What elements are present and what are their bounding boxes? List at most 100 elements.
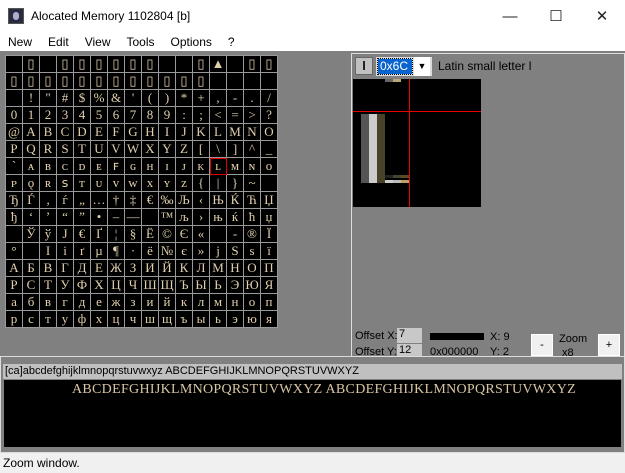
glyph-cell[interactable]: < (210, 107, 227, 124)
glyph-cell[interactable]: ' (125, 90, 142, 107)
glyph-cell[interactable]: * (176, 90, 193, 107)
glyph-cell[interactable]: K (193, 124, 210, 141)
glyph-cell[interactable]: І (40, 243, 57, 260)
glyph-cell[interactable]: € (142, 192, 159, 209)
glyph-cell[interactable]: Э (227, 277, 244, 294)
glyph-cell[interactable]: & (108, 90, 125, 107)
minimize-button[interactable]: — (487, 0, 533, 32)
glyph-cell[interactable]: ° (6, 243, 23, 260)
glyph-cell[interactable]: ќ (227, 209, 244, 226)
glyph-cell[interactable] (227, 56, 244, 73)
glyph-cell[interactable]: % (91, 90, 108, 107)
glyph-cell[interactable]: ▯ (23, 73, 40, 90)
glyph-cell[interactable]: • (91, 209, 108, 226)
glyph-cell[interactable]: п (261, 294, 278, 311)
glyph-cell[interactable]: ɪ (159, 158, 176, 175)
glyph-cell[interactable]: ћ (244, 209, 261, 226)
glyph-cell[interactable]: © (159, 226, 176, 243)
glyph-cell[interactable]: § (125, 226, 142, 243)
glyph-cell[interactable]: Ж (108, 260, 125, 277)
glyph-cell[interactable]: Ц (108, 277, 125, 294)
glyph-cell[interactable]: – (108, 209, 125, 226)
glyph-cell[interactable]: ё (142, 243, 159, 260)
glyph-cell[interactable]: А (6, 260, 23, 277)
glyph-cell[interactable]: W (125, 141, 142, 158)
glyph-cell[interactable]: ® (244, 226, 261, 243)
glyph-cell[interactable]: ▯ (57, 73, 74, 90)
glyph-cell[interactable] (6, 226, 23, 243)
glyph-cell[interactable]: Ё (142, 226, 159, 243)
glyph-cell[interactable]: ▯ (6, 73, 23, 90)
glyph-cell[interactable]: > (244, 107, 261, 124)
glyph-cell[interactable]: 8 (142, 107, 159, 124)
glyph-cell[interactable]: Ы (193, 277, 210, 294)
menu-edit[interactable]: Edit (40, 35, 77, 49)
glyph-cell[interactable]: ᴜ (91, 175, 108, 192)
glyph-cell[interactable]: 1 (23, 107, 40, 124)
glyph-cell[interactable]: = (227, 107, 244, 124)
glyph-cell[interactable]: ▯ (108, 56, 125, 73)
glyph-cell[interactable]: б (23, 294, 40, 311)
glyph-cell[interactable]: Р (6, 277, 23, 294)
glyph-cell[interactable]: ꜰ (108, 158, 125, 175)
glyph-cell[interactable]: в (40, 294, 57, 311)
glyph-cell[interactable]: ▯ (244, 56, 261, 73)
glyph-cell[interactable]: { (193, 175, 210, 192)
glyph-cell[interactable]: Щ (159, 277, 176, 294)
glyph-cell[interactable]: ʏ (159, 175, 176, 192)
glyph-cell[interactable]: ʙ (40, 158, 57, 175)
glyph-cell[interactable] (210, 226, 227, 243)
glyph-cell[interactable]: | (210, 175, 227, 192)
glyph-cell[interactable]: M (227, 124, 244, 141)
glyph-cell[interactable]: ” (74, 209, 91, 226)
glyph-cell[interactable]: G (125, 124, 142, 141)
glyph-cell[interactable]: \ (210, 141, 227, 158)
glyph-cell[interactable]: ʟ (210, 158, 227, 175)
menu-view[interactable]: View (77, 35, 119, 49)
glyph-cell[interactable]: “ (57, 209, 74, 226)
glyph-cell[interactable]: Й (159, 260, 176, 277)
glyph-cell[interactable]: › (193, 209, 210, 226)
glyph-cell[interactable]: ▯ (176, 73, 193, 90)
glyph-cell[interactable]: N (244, 124, 261, 141)
glyph-cell[interactable]: ǫ (23, 175, 40, 192)
glyph-cell[interactable]: ы (193, 311, 210, 328)
glyph-cell[interactable]: J (176, 124, 193, 141)
glyph-cell[interactable]: н (227, 294, 244, 311)
glyph-cell[interactable]: ʀ (40, 175, 57, 192)
glyph-cell[interactable]: Ю (244, 277, 261, 294)
glyph-cell[interactable]: Ч (125, 277, 142, 294)
glyph-cell[interactable]: B (40, 124, 57, 141)
glyph-cell[interactable]: ɢ (125, 158, 142, 175)
glyph-cell[interactable]: Ѓ (23, 192, 40, 209)
glyph-cell[interactable]: э (227, 311, 244, 328)
glyph-cell[interactable]: / (261, 90, 278, 107)
char-code-select[interactable]: 0x6C ▼ (376, 57, 432, 76)
glyph-cell[interactable]: ▯ (125, 56, 142, 73)
glyph-cell[interactable]: # (57, 90, 74, 107)
glyph-cell[interactable]: Є (176, 226, 193, 243)
glyph-cell[interactable]: њ (210, 209, 227, 226)
glyph-cell[interactable]: З (125, 260, 142, 277)
glyph-cell[interactable]: л (193, 294, 210, 311)
glyph-cell[interactable]: Л (193, 260, 210, 277)
glyph-cell[interactable]: L (210, 124, 227, 141)
glyph-cell[interactable]: $ (74, 90, 91, 107)
glyph-cell[interactable]: љ (176, 209, 193, 226)
glyph-cell[interactable]: ᴇ (91, 158, 108, 175)
glyph-cell[interactable]: Ш (142, 277, 159, 294)
glyph-cell[interactable]: Z (176, 141, 193, 158)
glyph-cell[interactable]: O (261, 124, 278, 141)
glyph-cell[interactable]: Љ (176, 192, 193, 209)
glyph-cell[interactable]: ‚ (40, 192, 57, 209)
glyph-cell[interactable]: ▯ (193, 73, 210, 90)
glyph-cell[interactable]: 4 (74, 107, 91, 124)
glyph-cell[interactable]: P (6, 141, 23, 158)
glyph-cell[interactable]: » (193, 243, 210, 260)
glyph-cell[interactable]: † (108, 192, 125, 209)
glyph-cell[interactable]: ᴏ (261, 158, 278, 175)
glyph-cell[interactable]: _ (261, 141, 278, 158)
glyph-cell[interactable]: д (74, 294, 91, 311)
glyph-cell[interactable]: - (227, 226, 244, 243)
glyph-cell[interactable]: - (227, 90, 244, 107)
